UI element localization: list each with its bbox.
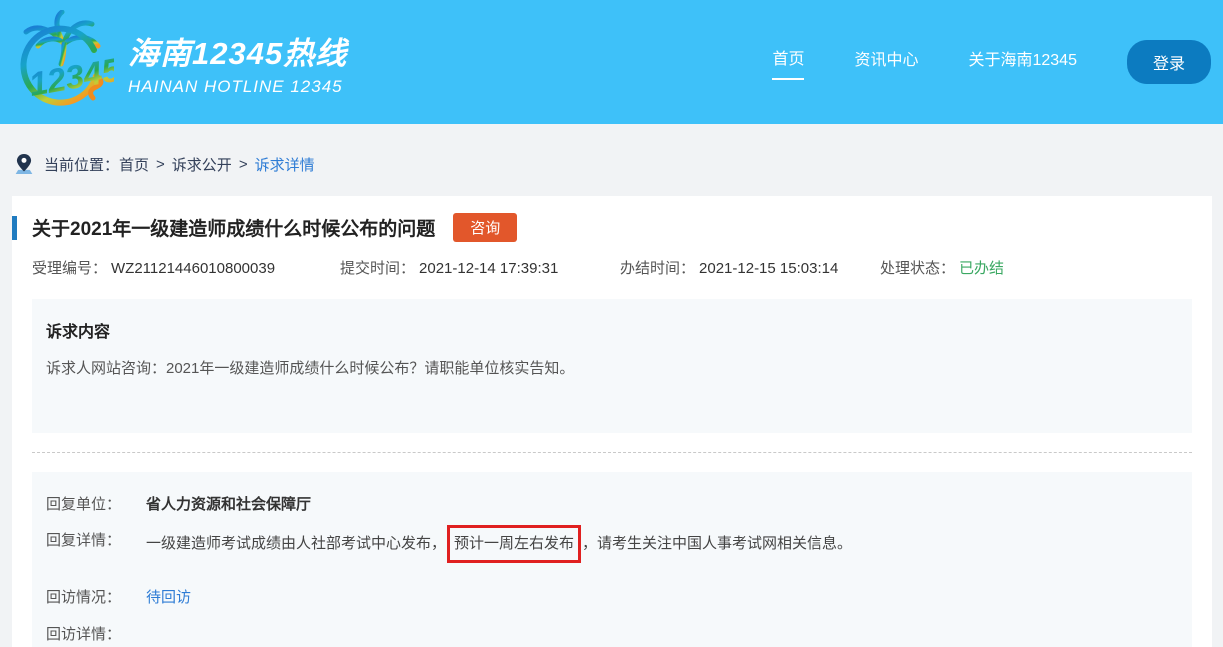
dashed-divider [32,452,1192,453]
brand-block: 海南12345热线 HAINAN HOTLINE 12345 [128,28,347,97]
meta-process-status: 处理状态：已办结 [880,257,1004,278]
meta-submit-time: 提交时间：2021-12-14 17:39:31 [340,257,620,278]
nav-item-news-center[interactable]: 资讯中心 [854,46,918,79]
meta-close-time: 办结时间：2021-12-15 15:03:14 [620,257,880,278]
nav-item-home[interactable]: 首页 [772,45,804,80]
breadcrumb-separator: > [156,156,165,173]
nav-item-about[interactable]: 关于海南12345 [968,46,1077,79]
breadcrumb-separator: > [239,156,248,173]
ticket-title-row: 关于2021年一级建造师成绩什么时候公布的问题 咨询 [12,213,1212,242]
breadcrumb: 当前位置： 首页 > 诉求公开 > 诉求详情 [0,124,1223,196]
visit-detail-label: 回访详情： [46,624,146,646]
site-title: 海南12345热线 [128,28,347,73]
reply-unit-row: 回复单位： 省人力资源和社会保障厅 [46,494,1178,516]
location-pin-icon [14,152,34,176]
meta-acceptance-number: 受理编号：WZ21121446010800039 [32,257,340,278]
login-button[interactable]: 登录 [1127,40,1211,84]
visit-detail-row: 回访详情： [46,624,1178,646]
main-nav: 首页 资讯中心 关于海南12345 [772,45,1127,80]
reply-unit-value: 省人力资源和社会保障厅 [146,494,311,516]
reply-detail-value: 一级建造师考试成绩由人社部考试中心发布，预计一周左右发布，请考生关注中国人事考试… [146,530,852,558]
breadcrumb-item-home[interactable]: 首页 [119,154,149,175]
status-badge: 已办结 [959,260,1004,277]
site-subtitle: HAINAN HOTLINE 12345 [128,77,347,97]
reply-detail-row: 回复详情： 一级建造师考试成绩由人社部考试中心发布，预计一周左右发布，请考生关注… [46,530,1178,558]
ticket-meta-row: 受理编号：WZ21121446010800039 提交时间：2021-12-14… [12,257,1212,278]
reply-detail-label: 回复详情： [46,530,146,558]
ticket-title: 关于2021年一级建造师成绩什么时候公布的问题 [32,214,435,241]
svg-text:12345: 12345 [26,50,114,102]
appeal-content-body: 诉求人网站咨询：2021年一级建造师成绩什么时候公布？请职能单位核实告知。 [46,358,1178,381]
header: 12345 海南12345热线 HAINAN HOTLINE 12345 首页 … [0,0,1223,124]
visit-status-label: 回访情况： [46,587,146,609]
breadcrumb-item-public[interactable]: 诉求公开 [172,154,232,175]
ticket-type-badge: 咨询 [453,213,517,242]
appeal-content-heading: 诉求内容 [46,318,1178,342]
hainan-12345-logo[interactable]: 12345 [14,10,114,114]
breadcrumb-prefix: 当前位置： [44,154,119,175]
breadcrumb-item-detail[interactable]: 诉求详情 [255,154,315,175]
reply-section: 回复单位： 省人力资源和社会保障厅 回复详情： 一级建造师考试成绩由人社部考试中… [32,472,1192,647]
highlight-annotation-box: 预计一周左右发布 [447,525,581,563]
visit-status-link[interactable]: 待回访 [146,587,191,609]
appeal-content-section: 诉求内容 诉求人网站咨询：2021年一级建造师成绩什么时候公布？请职能单位核实告… [32,299,1192,433]
reply-unit-label: 回复单位： [46,494,146,516]
title-accent-bar [12,216,17,240]
ticket-card: 关于2021年一级建造师成绩什么时候公布的问题 咨询 受理编号：WZ211214… [12,196,1212,647]
visit-status-row: 回访情况： 待回访 [46,587,1178,609]
